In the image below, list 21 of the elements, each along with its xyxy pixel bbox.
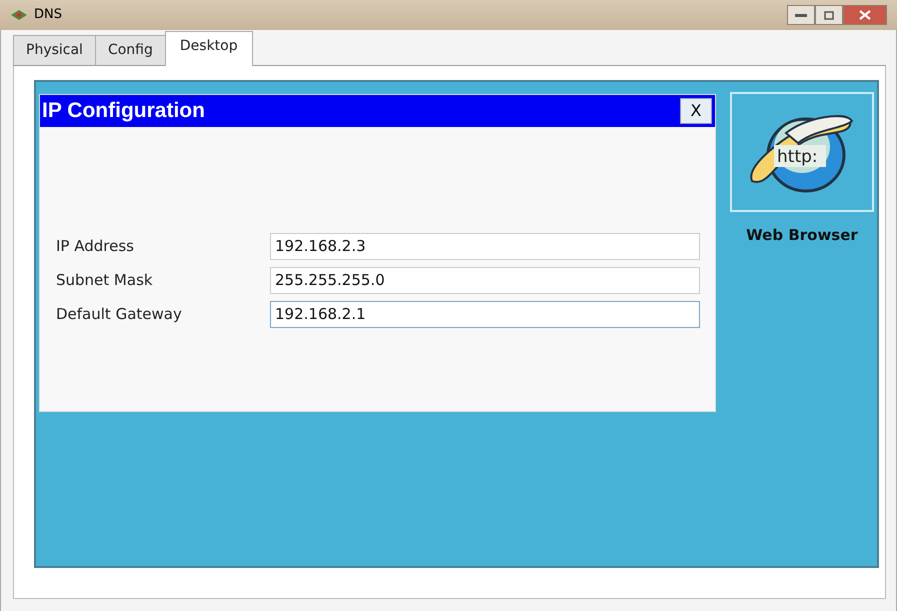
app-tile[interactable]: http: <box>730 92 874 212</box>
minimize-button[interactable] <box>787 5 815 25</box>
field-label: Subnet Mask <box>56 270 154 291</box>
input-field[interactable]: 192.168.2.1 <box>270 300 700 328</box>
close-button[interactable]: X <box>680 98 712 124</box>
app-icon <box>10 8 28 22</box>
dialog-title: IP Configuration <box>41 98 205 124</box>
field-label: Default Gateway <box>56 304 183 325</box>
field-label: IP Address <box>56 236 135 257</box>
window-title: DNS <box>34 6 62 24</box>
maximize-icon <box>824 10 834 20</box>
minimize-icon <box>795 13 807 17</box>
input-field[interactable]: 255.255.255.0 <box>270 266 700 294</box>
tab[interactable]: Config <box>94 35 166 65</box>
close-button[interactable] <box>843 5 887 25</box>
app-label: Web Browser <box>746 225 858 246</box>
close-icon <box>859 10 871 20</box>
tab[interactable]: Desktop <box>164 31 253 66</box>
maximize-button[interactable] <box>815 5 843 25</box>
tab[interactable]: Physical <box>13 35 96 65</box>
input-field[interactable]: 192.168.2.3 <box>270 232 700 260</box>
